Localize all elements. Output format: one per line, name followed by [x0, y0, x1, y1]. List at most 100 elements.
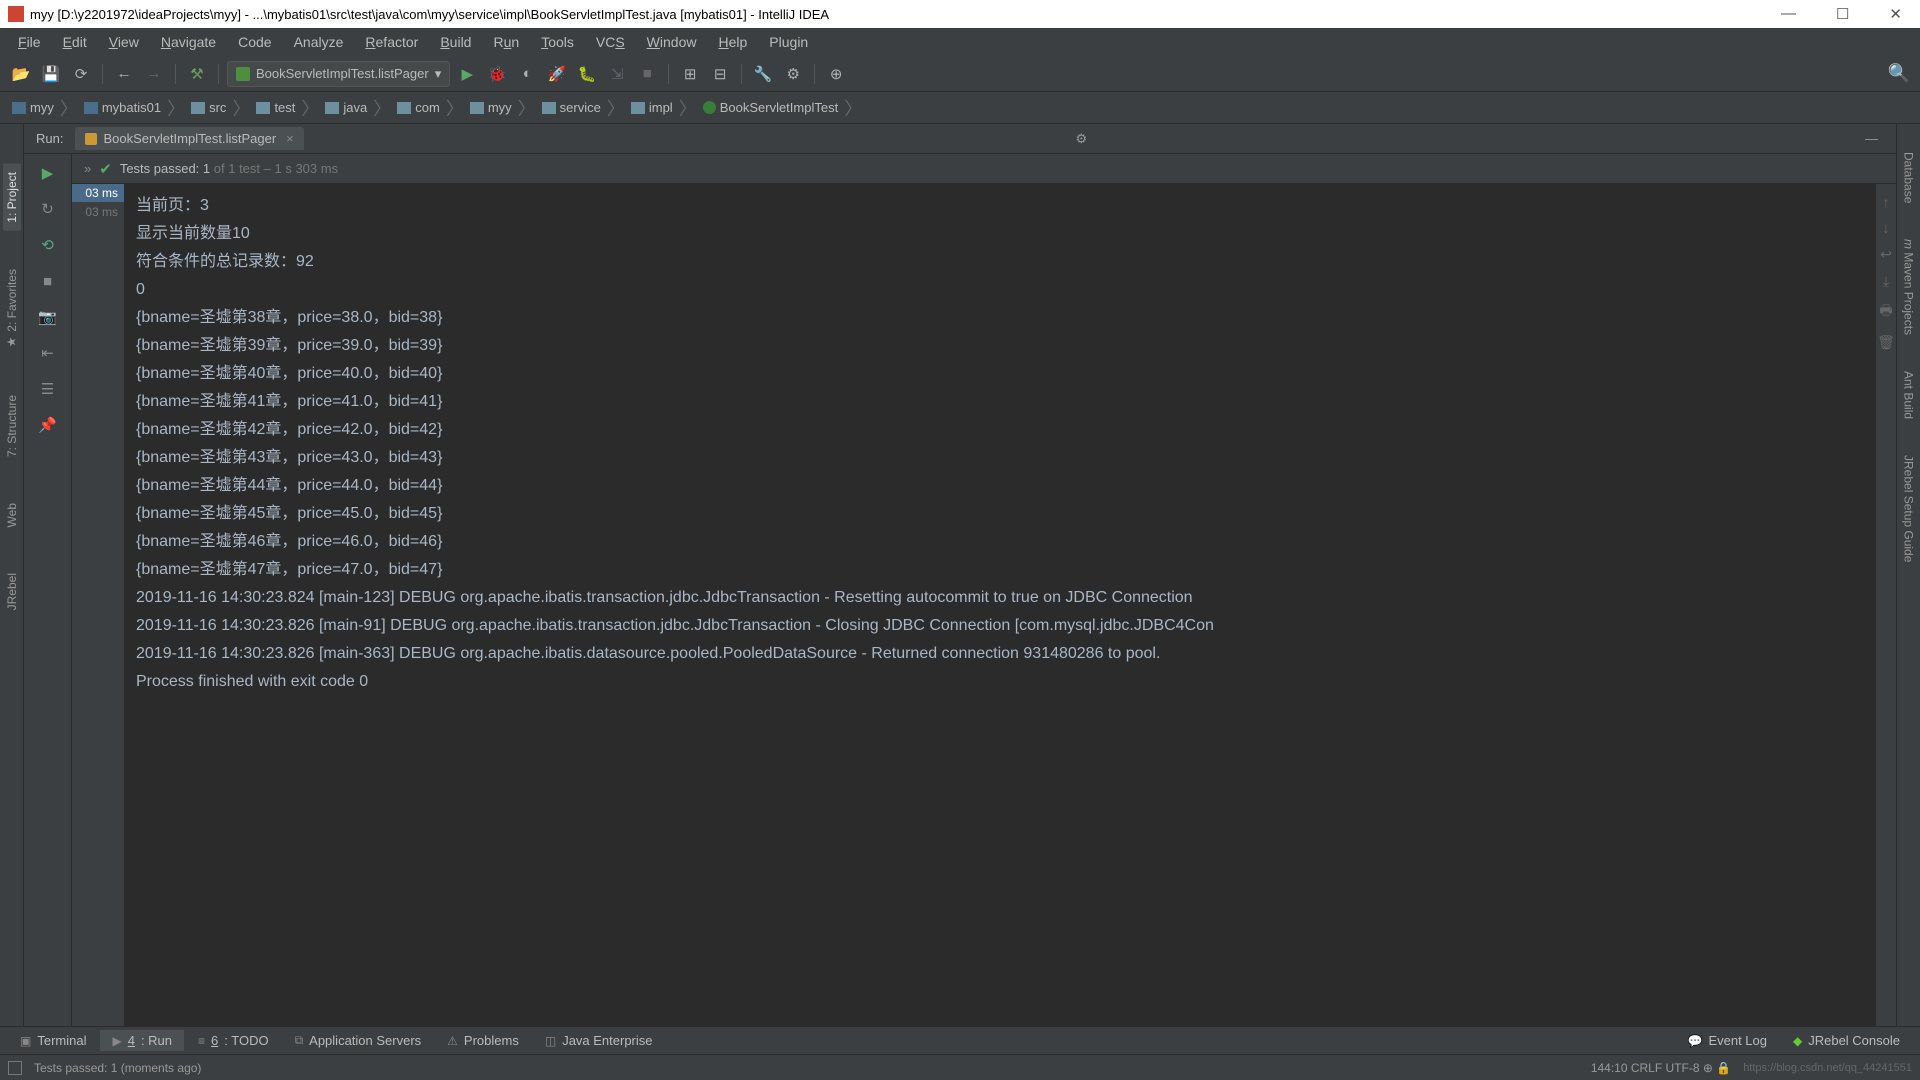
rerun-failed-icon[interactable]: ↻	[34, 198, 62, 220]
hide-icon[interactable]: —	[1859, 131, 1884, 146]
rerun-icon[interactable]: ▶	[34, 162, 62, 184]
expand-icon[interactable]: »	[84, 161, 91, 176]
breadcrumb-item[interactable]: myy	[466, 100, 516, 115]
clear-icon[interactable]: 🗑	[1877, 334, 1895, 351]
tab-web[interactable]: Web	[3, 495, 21, 535]
watermark: https://blog.csdn.net/qq_44241551	[1743, 1062, 1912, 1074]
tab-terminal[interactable]: ▣Terminal	[8, 1030, 98, 1051]
coverage-icon[interactable]: ◐	[514, 61, 540, 87]
jrebel-run-icon[interactable]: 🚀	[544, 61, 570, 87]
tab-maven[interactable]: m Maven Projects	[1900, 231, 1918, 343]
tab-java-enterprise[interactable]: ◫Java Enterprise	[533, 1030, 665, 1051]
update-icon[interactable]: ⊕	[823, 61, 849, 87]
menu-view[interactable]: View	[99, 32, 149, 52]
toggle-auto-icon[interactable]: ⟲	[34, 234, 62, 256]
menu-code[interactable]: Code	[228, 32, 281, 52]
tab-run[interactable]: ▶4: Run	[100, 1030, 184, 1051]
run-tab[interactable]: BookServletImplTest.listPager ×	[75, 127, 303, 150]
print-icon[interactable]: 🖶	[1879, 300, 1892, 324]
tab-event-log[interactable]: 💬Event Log	[1675, 1030, 1779, 1051]
build-icon[interactable]: ⚒	[184, 61, 210, 87]
scroll-up-icon[interactable]: ↑	[1883, 194, 1890, 210]
jrebel-debug-icon[interactable]: 🐛	[574, 61, 600, 87]
tab-problems[interactable]: ⚠Problems	[435, 1030, 531, 1051]
exit-icon[interactable]: ⇤	[34, 342, 62, 364]
close-button[interactable]: ✕	[1879, 5, 1912, 23]
tab-todo[interactable]: ≡6: TODO	[186, 1030, 281, 1051]
breadcrumb-item[interactable]: java	[321, 100, 371, 115]
tab-structure[interactable]: 7: Structure	[3, 387, 21, 465]
tab-app-servers[interactable]: ⧉Application Servers	[283, 1030, 434, 1051]
menu-analyze[interactable]: Analyze	[284, 32, 354, 52]
server-icon: ⧉	[295, 1033, 304, 1048]
scroll-down-icon[interactable]: ↓	[1883, 220, 1890, 236]
menu-vcs[interactable]: VCS	[586, 32, 635, 52]
save-icon[interactable]: 💾	[38, 61, 64, 87]
breadcrumb-item[interactable]: impl	[627, 100, 677, 115]
scroll-to-end-icon[interactable]: ⤓	[1883, 273, 1889, 290]
test-status-bar: » ✔ Tests passed: 1 of 1 test – 1 s 303 …	[72, 154, 1896, 184]
breadcrumb-item[interactable]: test	[252, 100, 299, 115]
console-line: 2019-11-16 14:30:23.826 [main-363] DEBUG…	[136, 640, 1864, 668]
menu-file[interactable]: File	[8, 32, 51, 52]
tab-database[interactable]: Database	[1900, 144, 1918, 211]
tab-jrebel-setup[interactable]: JRebel Setup Guide	[1900, 447, 1918, 570]
menu-plugin[interactable]: Plugin	[759, 32, 818, 52]
open-icon[interactable]: 📂	[8, 61, 34, 87]
debug-icon[interactable]: 🐞	[484, 61, 510, 87]
attach-icon[interactable]: ⇲	[604, 61, 630, 87]
gear-icon[interactable]: ⚙	[1070, 131, 1094, 147]
tab-jrebel-console[interactable]: ◆JRebel Console	[1781, 1030, 1912, 1051]
menu-edit[interactable]: Edit	[53, 32, 97, 52]
tab-ant[interactable]: Ant Build	[1900, 363, 1918, 427]
menu-tools[interactable]: Tools	[531, 32, 584, 52]
breadcrumb-item[interactable]: BookServletImplTest	[699, 100, 843, 115]
menu-window[interactable]: Window	[637, 32, 707, 52]
menu-run[interactable]: Run	[483, 32, 529, 52]
chat-icon: 💬	[1687, 1034, 1702, 1048]
breadcrumb-item[interactable]: service	[538, 100, 605, 115]
run-icon[interactable]: ▶	[454, 61, 480, 87]
window-title: myy [D:\y2201972\ideaProjects\myy] - ...…	[30, 7, 1771, 22]
sync-icon[interactable]: ⟳	[68, 61, 94, 87]
stop-icon[interactable]: ■	[634, 61, 660, 87]
status-message: Tests passed: 1 (moments ago)	[34, 1061, 201, 1075]
play-icon: ▶	[112, 1034, 121, 1048]
status-icon[interactable]	[8, 1061, 22, 1075]
minimize-button[interactable]: —	[1771, 5, 1806, 23]
back-icon[interactable]: ←	[111, 61, 137, 87]
menu-refactor[interactable]: Refactor	[355, 32, 428, 52]
time-badge: 03 ms	[72, 184, 124, 202]
console-line: {bname=圣墟第38章，price=38.0，bid=38}	[136, 304, 1864, 332]
layout2-icon[interactable]: ⊟	[707, 61, 733, 87]
check-icon: ✔	[99, 160, 112, 178]
dump-icon[interactable]: 📷	[34, 306, 62, 328]
pin-icon[interactable]: 📌	[34, 414, 62, 436]
console-output[interactable]: 当前页：3显示当前数量10符合条件的总记录数：920{bname=圣墟第38章，…	[124, 184, 1876, 1026]
breadcrumb-item[interactable]: myy	[8, 100, 58, 115]
layout-icon[interactable]: ☰	[34, 378, 62, 400]
breadcrumb-item[interactable]: com	[393, 100, 444, 115]
breadcrumb-item[interactable]: src	[187, 100, 230, 115]
console-line: {bname=圣墟第42章，price=42.0，bid=42}	[136, 416, 1864, 444]
menu-build[interactable]: Build	[430, 32, 481, 52]
menu-bar: File Edit View Navigate Code Analyze Ref…	[0, 28, 1920, 56]
run-config-selector[interactable]: BookServletImplTest.listPager ▾	[227, 61, 450, 87]
forward-icon[interactable]: →	[141, 61, 167, 87]
folder-icon	[542, 102, 556, 114]
tab-jrebel[interactable]: JRebel	[3, 565, 21, 618]
maximize-button[interactable]: ☐	[1826, 5, 1859, 23]
close-tab-icon[interactable]: ×	[286, 131, 294, 146]
tab-project[interactable]: 1: Project	[3, 164, 21, 231]
soft-wrap-icon[interactable]: ↩	[1880, 246, 1892, 263]
breadcrumb-item[interactable]: mybatis01	[80, 100, 165, 115]
stop-btn-icon[interactable]: ■	[34, 270, 62, 292]
settings-icon[interactable]: ⚙	[780, 61, 806, 87]
menu-navigate[interactable]: Navigate	[151, 32, 226, 52]
run-side-toolbar: ▶ ↻ ⟲ ■ 📷 ⇤ ☰ 📌	[24, 154, 72, 1026]
wrench-icon[interactable]: 🔧	[750, 61, 776, 87]
menu-help[interactable]: Help	[708, 32, 757, 52]
search-icon[interactable]: 🔍	[1886, 61, 1912, 87]
tab-favorites[interactable]: ★ 2: Favorites	[3, 261, 21, 357]
layout-icon[interactable]: ⊞	[677, 61, 703, 87]
